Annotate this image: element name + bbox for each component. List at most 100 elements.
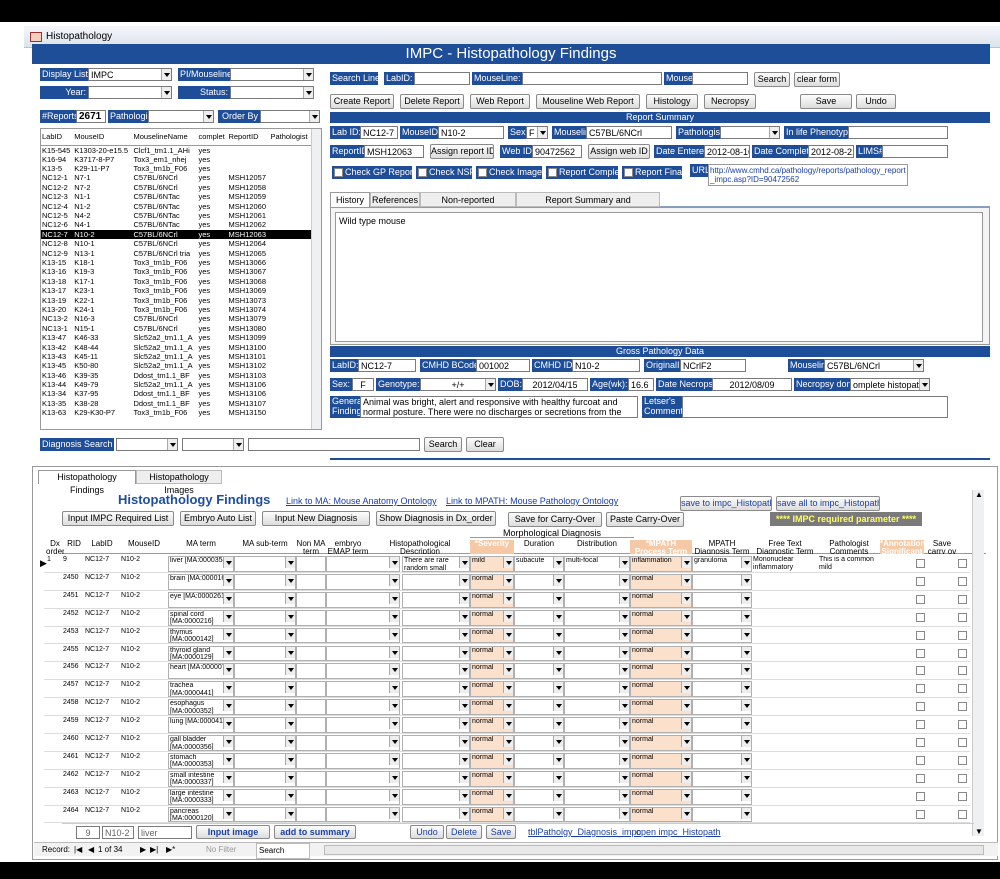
grid-row[interactable]: 2461 NC12-7 N10-2 stomach [MA:0000353] norma… bbox=[44, 752, 970, 770]
list-row[interactable]: K13-34 K37-95 Ddost_tm1.1_BF yes MSH13106 bbox=[41, 389, 311, 398]
embryo-auto-list-button[interactable]: Embryo Auto List bbox=[180, 511, 256, 526]
grid-cell[interactable] bbox=[818, 592, 880, 608]
chevron-down-icon[interactable] bbox=[619, 700, 629, 712]
grid-cell[interactable]: 2455 bbox=[62, 646, 82, 662]
diagnosis-clear-button[interactable]: Clear bbox=[466, 437, 504, 452]
chevron-down-icon[interactable] bbox=[285, 736, 295, 747]
grid-cell[interactable]: 9 bbox=[62, 556, 82, 572]
chevron-down-icon[interactable] bbox=[741, 700, 751, 712]
grid-cell[interactable] bbox=[692, 770, 752, 787]
chevron-down-icon[interactable] bbox=[389, 628, 399, 640]
grid-cell[interactable] bbox=[564, 573, 630, 590]
grid-cell[interactable] bbox=[326, 770, 400, 787]
chevron-down-icon[interactable] bbox=[459, 557, 469, 568]
input-image-button[interactable]: Input image bbox=[196, 825, 270, 839]
grid-cell[interactable] bbox=[326, 717, 400, 733]
grid-cell[interactable] bbox=[564, 663, 630, 680]
grid-cell[interactable] bbox=[402, 609, 470, 626]
footer-save-button[interactable]: Save bbox=[486, 825, 516, 839]
grid-cell[interactable] bbox=[752, 610, 818, 626]
grid-cell[interactable] bbox=[402, 770, 470, 787]
date-completed-value[interactable]: 2012-08-21 bbox=[808, 145, 854, 158]
grid-cell[interactable]: normal bbox=[470, 609, 514, 626]
grid-cell[interactable] bbox=[692, 806, 752, 823]
grid-cell[interactable]: normal bbox=[630, 735, 692, 751]
grid-cell[interactable] bbox=[564, 609, 630, 626]
chevron-down-icon[interactable] bbox=[619, 753, 629, 765]
grid-cell[interactable]: NC12-7 bbox=[84, 610, 118, 626]
mouseline-search-input[interactable] bbox=[522, 72, 662, 85]
grid-cell[interactable] bbox=[818, 771, 880, 787]
grid-cell[interactable]: NC12-7 bbox=[84, 592, 118, 608]
grid-row[interactable]: 2455 NC12-7 N10-2 thyroid gland [MA:0000129… bbox=[44, 645, 970, 663]
grid-cell[interactable] bbox=[46, 574, 60, 590]
grid-cell[interactable]: normal bbox=[630, 806, 692, 823]
chevron-down-icon[interactable] bbox=[741, 771, 751, 783]
grid-cell[interactable] bbox=[234, 681, 296, 698]
grid-cell[interactable] bbox=[818, 574, 880, 590]
grid-row[interactable]: 2456 NC12-7 N10-2 heart [MA:0000072] normal n… bbox=[44, 662, 970, 681]
chevron-down-icon[interactable] bbox=[285, 574, 295, 586]
grid-cell[interactable]: 2463 bbox=[62, 789, 82, 805]
last-record-icon[interactable]: ▶| bbox=[150, 843, 158, 857]
chevron-down-icon[interactable] bbox=[389, 700, 399, 712]
chevron-down-icon[interactable] bbox=[553, 574, 563, 586]
cmhd-bcode-value[interactable]: 001002 bbox=[476, 359, 530, 372]
row-checkbox[interactable] bbox=[916, 666, 925, 676]
grid-cell[interactable]: 1 bbox=[46, 556, 60, 572]
input-impc-required-button[interactable]: Input IMPC Required List bbox=[62, 511, 174, 526]
grid-cell[interactable]: thymus [MA:0000142] bbox=[168, 627, 234, 644]
chevron-down-icon[interactable] bbox=[459, 807, 469, 819]
chevron-down-icon[interactable] bbox=[389, 646, 399, 658]
chevron-down-icon[interactable] bbox=[459, 592, 469, 604]
grid-row[interactable]: 2460 NC12-7 N10-2 gall bladder [MA:0000356]… bbox=[44, 734, 970, 752]
list-row[interactable]: NC13-2 N16-3 C57BL/6NCrl yes MSH13079 bbox=[41, 314, 311, 323]
grid-cell[interactable] bbox=[402, 681, 470, 698]
chevron-down-icon[interactable] bbox=[223, 557, 233, 568]
grid-cell[interactable]: esophagus [MA:0000352] bbox=[168, 699, 234, 716]
grid-cell[interactable] bbox=[752, 771, 818, 787]
grid-cell[interactable]: multi-focal bbox=[564, 556, 630, 572]
grid-cell[interactable] bbox=[46, 735, 60, 751]
grid-cell[interactable] bbox=[296, 699, 326, 716]
chevron-down-icon[interactable] bbox=[553, 557, 563, 568]
grid-cell[interactable] bbox=[818, 753, 880, 769]
grid-cell[interactable]: normal bbox=[630, 752, 692, 769]
save-to-impc-button[interactable]: save to impc_Histopath bbox=[680, 496, 772, 511]
grid-cell[interactable]: 2464 bbox=[62, 807, 82, 823]
year-select[interactable] bbox=[88, 86, 172, 99]
row-checkbox[interactable] bbox=[958, 630, 967, 640]
chevron-down-icon[interactable] bbox=[503, 592, 513, 604]
grid-cell[interactable]: NC12-7 bbox=[84, 556, 118, 572]
grid-cell[interactable]: normal bbox=[470, 573, 514, 590]
pathologist-select[interactable] bbox=[148, 110, 214, 123]
chevron-down-icon[interactable] bbox=[741, 807, 751, 819]
grid-cell[interactable]: normal bbox=[630, 573, 692, 590]
grid-cell[interactable]: N10-2 bbox=[120, 771, 166, 787]
grid-cell[interactable]: normal bbox=[470, 645, 514, 662]
grid-cell[interactable] bbox=[296, 645, 326, 662]
pi-mouseline-select[interactable] bbox=[230, 68, 314, 81]
tab-histopathology-findings[interactable]: Histopathology Findings bbox=[38, 470, 136, 495]
grid-cell[interactable] bbox=[402, 806, 470, 823]
grid-cell[interactable] bbox=[402, 591, 470, 608]
gross-labid-value[interactable]: NC12-7 bbox=[358, 359, 416, 372]
grid-cell[interactable]: NC12-7 bbox=[84, 735, 118, 751]
chevron-down-icon[interactable] bbox=[459, 646, 469, 658]
histology-button[interactable]: Histology bbox=[646, 94, 698, 109]
grid-cell[interactable] bbox=[326, 788, 400, 805]
grid-cell[interactable] bbox=[326, 645, 400, 662]
grid-cell[interactable]: 2461 bbox=[62, 753, 82, 769]
grid-cell[interactable] bbox=[326, 663, 400, 680]
list-row[interactable]: K13-5 K29-11-P7 Tox3_tm1b_F06 yes bbox=[41, 164, 311, 173]
grid-row[interactable]: 2452 NC12-7 N10-2 spinal cord [MA:0000216] n… bbox=[44, 609, 970, 627]
grid-cell[interactable] bbox=[326, 699, 400, 716]
chevron-down-icon[interactable] bbox=[681, 718, 691, 730]
grid-cell[interactable]: N10-2 bbox=[120, 681, 166, 697]
grid-cell[interactable]: subacute bbox=[514, 556, 564, 572]
tab-non-reported[interactable]: Non-reported comments bbox=[420, 192, 516, 219]
row-checkbox[interactable] bbox=[958, 755, 967, 765]
list-row[interactable]: NC12-5 N4-2 C57BL/6NTac yes MSH12061 bbox=[41, 211, 311, 220]
grid-cell[interactable] bbox=[46, 646, 60, 662]
list-row[interactable]: K13-47 K46-33 Slc52a2_tm1.1_A yes MSH13099 bbox=[41, 333, 311, 342]
